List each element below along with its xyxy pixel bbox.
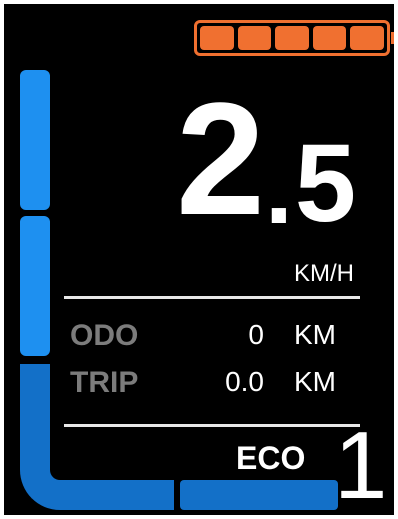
battery-cap	[391, 32, 394, 44]
assist-bar-bottom	[180, 480, 338, 510]
divider	[64, 424, 360, 427]
trip-unit: KM	[294, 366, 336, 397]
battery-cell	[312, 26, 347, 50]
battery-cell	[237, 26, 272, 50]
speed-integer: 2	[176, 69, 265, 248]
battery-cell	[275, 26, 309, 50]
odo-label: ODO	[70, 319, 139, 352]
assist-bar-middle	[20, 216, 50, 356]
assist-bar-top	[20, 70, 50, 210]
odo-unit: KM	[294, 319, 336, 350]
speed-readout: 2 . 5	[176, 69, 356, 248]
display-screen: 2 . 5 KM/H ODO 0 KM TRIP 0.0 KM ECO 1	[4, 4, 394, 515]
assist-level: 1	[334, 412, 388, 516]
battery-cell	[350, 26, 384, 50]
divider	[64, 296, 360, 299]
speed-decimal: 5	[294, 122, 356, 245]
speed-separator: .	[265, 133, 293, 245]
battery-cell	[200, 26, 234, 50]
trip-value: 0.0	[225, 366, 264, 397]
battery-icon	[194, 20, 394, 56]
trip-label: TRIP	[70, 366, 139, 399]
speed-unit: KM/H	[294, 260, 354, 287]
odo-value: 0	[248, 319, 264, 350]
mode-label: ECO	[236, 440, 306, 476]
